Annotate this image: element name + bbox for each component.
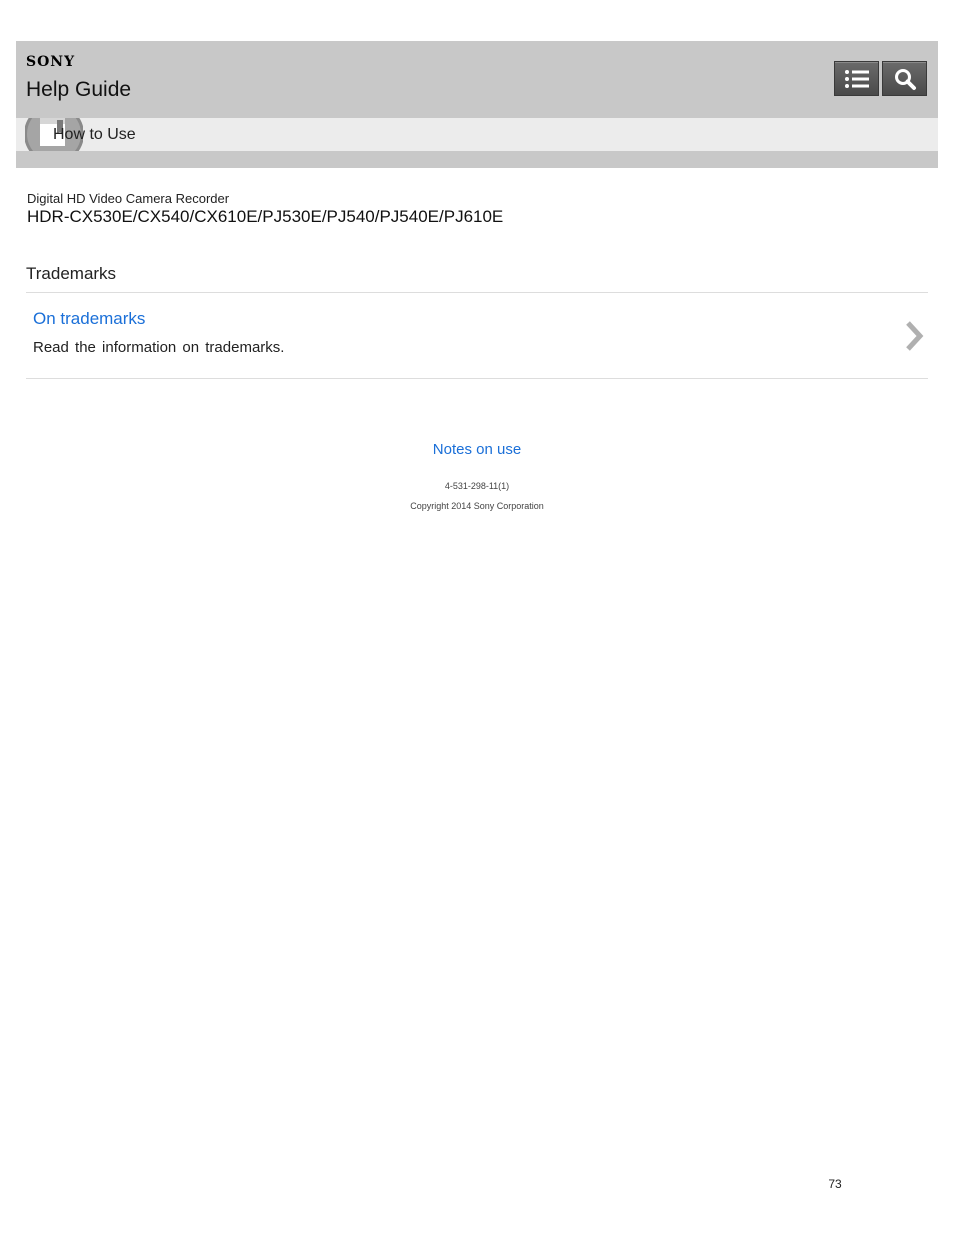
page-number: 73: [828, 1177, 842, 1191]
notes-on-use-link[interactable]: Notes on use: [433, 441, 521, 458]
topic-link[interactable]: On trademarks: [33, 309, 145, 329]
chevron-right-icon[interactable]: [903, 320, 925, 352]
breadcrumb: How to Use: [16, 118, 938, 151]
divider: [26, 378, 928, 379]
brand-logo: SONY: [26, 54, 76, 70]
search-button[interactable]: [882, 61, 927, 96]
product-type: Digital HD Video Camera Recorder: [27, 191, 230, 206]
copyright: Copyright 2014 Sony Corporation: [410, 501, 544, 511]
document-code: 4-531-298-11(1): [444, 481, 510, 491]
page-title: Help Guide: [26, 78, 132, 101]
model-name: HDR-CX530E/CX540/CX610E/PJ530E/PJ540/PJ5…: [27, 207, 504, 226]
section-title: Trademarks: [26, 264, 117, 283]
search-icon: [894, 68, 916, 90]
site-header: SONY Help Guide How to Use: [16, 41, 938, 168]
breadcrumb-label[interactable]: How to Use: [53, 125, 136, 144]
table-of-contents-button[interactable]: [834, 61, 879, 96]
footer-nav: Notes on use: [0, 441, 954, 459]
topic-item[interactable]: On trademarks Read the information on tr…: [26, 293, 928, 378]
topic-description: Read the information on trademarks.: [33, 339, 285, 356]
list-icon: [844, 69, 869, 88]
